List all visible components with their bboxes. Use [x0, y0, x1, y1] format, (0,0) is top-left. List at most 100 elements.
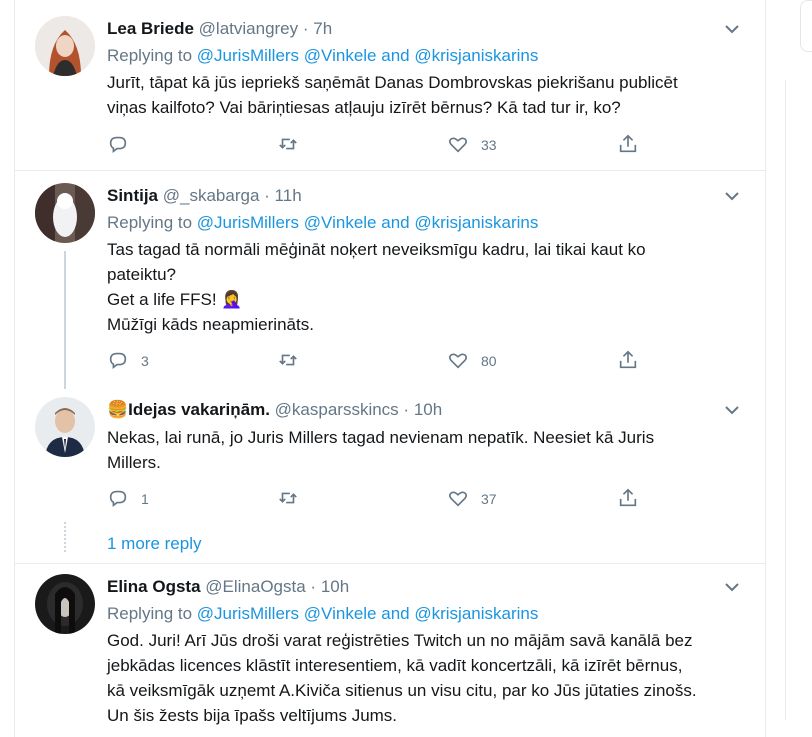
mention-link[interactable]: @Vinkele: [304, 604, 377, 623]
replying-to: Replying to @JurisMillers @Vinkele and @…: [107, 45, 538, 67]
tweet-text-line: Millers.: [107, 453, 161, 472]
tweet-text-line: jebkādas licences klāstīt interesentiem,…: [107, 656, 683, 675]
tweet-text-line: kā veiksmīgāk uzņemt A.Kiviča sitienus u…: [107, 681, 697, 700]
reply-count: 1: [141, 491, 149, 507]
retweet-icon: [277, 349, 299, 374]
share-icon: [617, 487, 639, 512]
timestamp[interactable]: 7h: [313, 19, 332, 38]
chevron-down-icon[interactable]: [721, 399, 743, 421]
tweet-text-line: Jurīt, tāpat kā jūs iepriekš saņēmāt Dan…: [107, 73, 678, 92]
like-button[interactable]: 37: [447, 487, 497, 511]
facepalm-emoji: 🤦‍♀️: [221, 290, 243, 309]
retweet-button[interactable]: [277, 133, 311, 157]
heart-icon: [447, 133, 469, 158]
avatar[interactable]: [35, 16, 95, 76]
reply-button[interactable]: [107, 133, 141, 157]
like-count: 37: [481, 491, 497, 507]
tweet-sintija[interactable]: Sintija @_skabarga · 11h Replying to @Ju…: [15, 171, 765, 389]
tweet-text: God. Juri! Arī Jūs droši varat reģistrēt…: [107, 628, 757, 728]
tweet-text-line: God. Juri! Arī Jūs droši varat reģistrēt…: [107, 631, 693, 650]
author-name[interactable]: Sintija: [107, 186, 158, 205]
reply-icon: [107, 487, 129, 512]
tweet-text: Nekas, lai runā, jo Juris Millers tagad …: [107, 425, 747, 475]
author-handle[interactable]: @kasparsskincs: [275, 400, 399, 419]
replying-to: Replying to @JurisMillers @Vinkele and @…: [107, 603, 538, 625]
tweet-text-fragment: Get a life FFS!: [107, 290, 217, 309]
avatar[interactable]: [35, 397, 95, 457]
mention-link[interactable]: @Vinkele: [304, 46, 377, 65]
share-button[interactable]: [617, 487, 639, 511]
mention-link[interactable]: and: [381, 604, 409, 623]
tweet-header: Lea Briede @latviangrey · 7h: [107, 18, 332, 40]
more-replies-link[interactable]: 1 more reply: [107, 533, 201, 555]
replying-to: Replying to @JurisMillers @Vinkele and @…: [107, 212, 538, 234]
like-button[interactable]: 33: [447, 133, 497, 157]
chevron-down-icon[interactable]: [721, 576, 743, 598]
mention-link[interactable]: and: [381, 46, 409, 65]
tweet-actions: 33: [107, 133, 747, 157]
retweet-button[interactable]: [277, 349, 311, 373]
mention-link[interactable]: @JurisMillers: [197, 604, 299, 623]
thread-dots: [64, 522, 68, 552]
avatar[interactable]: [35, 574, 95, 634]
retweet-icon: [277, 133, 299, 158]
tweet-header: 🍔Idejas vakariņām. @kasparsskincs · 10h: [107, 399, 442, 421]
mention-link[interactable]: @Vinkele: [304, 213, 377, 232]
right-sidebar: [765, 0, 812, 737]
share-button[interactable]: [617, 133, 639, 157]
author-name[interactable]: Idejas vakariņām.: [128, 400, 270, 419]
reply-count: 3: [141, 353, 149, 369]
like-count: 33: [481, 137, 497, 153]
left-gutter: [0, 0, 14, 737]
tweet-text: Jurīt, tāpat kā jūs iepriekš saņēmāt Dan…: [107, 70, 747, 120]
like-button[interactable]: 80: [447, 349, 497, 373]
mention-link[interactable]: @JurisMillers: [197, 213, 299, 232]
mention-link[interactable]: @krisjaniskarins: [414, 213, 538, 232]
author-name[interactable]: Elina Ogsta: [107, 577, 201, 596]
sidebar-card: [800, 0, 812, 52]
tweet-text: Tas tagad tā normāli mēģināt noķert neve…: [107, 237, 747, 337]
retweet-button[interactable]: [277, 487, 311, 511]
tweet-text-line: Nekas, lai runā, jo Juris Millers tagad …: [107, 428, 655, 447]
replying-to-label: Replying to: [107, 46, 193, 65]
tweet-idejas-vakarinam[interactable]: 🍔Idejas vakariņām. @kasparsskincs · 10h …: [15, 389, 765, 520]
mention-link[interactable]: and: [381, 213, 409, 232]
tweet-text-line: Tas tagad tā normāli mēģināt noķert neve…: [107, 240, 646, 259]
avatar[interactable]: [35, 183, 95, 243]
reply-icon: [107, 133, 129, 158]
thread-line: [64, 251, 66, 389]
author-handle[interactable]: @_skabarga: [163, 186, 260, 205]
tweet-header: Elina Ogsta @ElinaOgsta · 10h: [107, 576, 349, 598]
tweet-actions: 1 37: [107, 487, 747, 511]
replying-to-label: Replying to: [107, 604, 193, 623]
reply-icon: [107, 349, 129, 374]
author-name[interactable]: Lea Briede: [107, 19, 194, 38]
mention-link[interactable]: @krisjaniskarins: [414, 46, 538, 65]
tweet-elina-ogsta[interactable]: Elina Ogsta @ElinaOgsta · 10h Replying t…: [15, 564, 765, 737]
share-icon: [617, 349, 639, 374]
chevron-down-icon[interactable]: [721, 18, 743, 40]
tweet-text-line: viņas kailfoto? Vai bāriņtiesas atļauju …: [107, 98, 621, 117]
replying-to-label: Replying to: [107, 213, 193, 232]
timestamp[interactable]: 10h: [414, 400, 442, 419]
chevron-down-icon[interactable]: [721, 185, 743, 207]
mention-link[interactable]: @JurisMillers: [197, 46, 299, 65]
mention-link[interactable]: @krisjaniskarins: [414, 604, 538, 623]
reply-button[interactable]: 1: [107, 487, 149, 511]
conversation-timeline: Lea Briede @latviangrey · 7h Replying to…: [14, 0, 766, 737]
heart-icon: [447, 487, 469, 512]
tweet-actions: 3 80: [107, 349, 747, 373]
reply-button[interactable]: 3: [107, 349, 149, 373]
separator: ·: [302, 19, 309, 38]
timestamp[interactable]: 11h: [275, 186, 302, 205]
author-handle[interactable]: @latviangrey: [199, 19, 298, 38]
timestamp[interactable]: 10h: [321, 577, 349, 596]
tweet-lea-briede[interactable]: Lea Briede @latviangrey · 7h Replying to…: [15, 0, 765, 170]
tweet-text-line: pateiktu?: [107, 265, 176, 284]
separator: ·: [310, 577, 317, 596]
share-button[interactable]: [617, 349, 639, 373]
tweet-text-line: Mūžīgi kāds neapmierināts.: [107, 315, 314, 334]
like-count: 80: [481, 353, 497, 369]
heart-icon: [447, 349, 469, 374]
author-handle[interactable]: @ElinaOgsta: [205, 577, 305, 596]
